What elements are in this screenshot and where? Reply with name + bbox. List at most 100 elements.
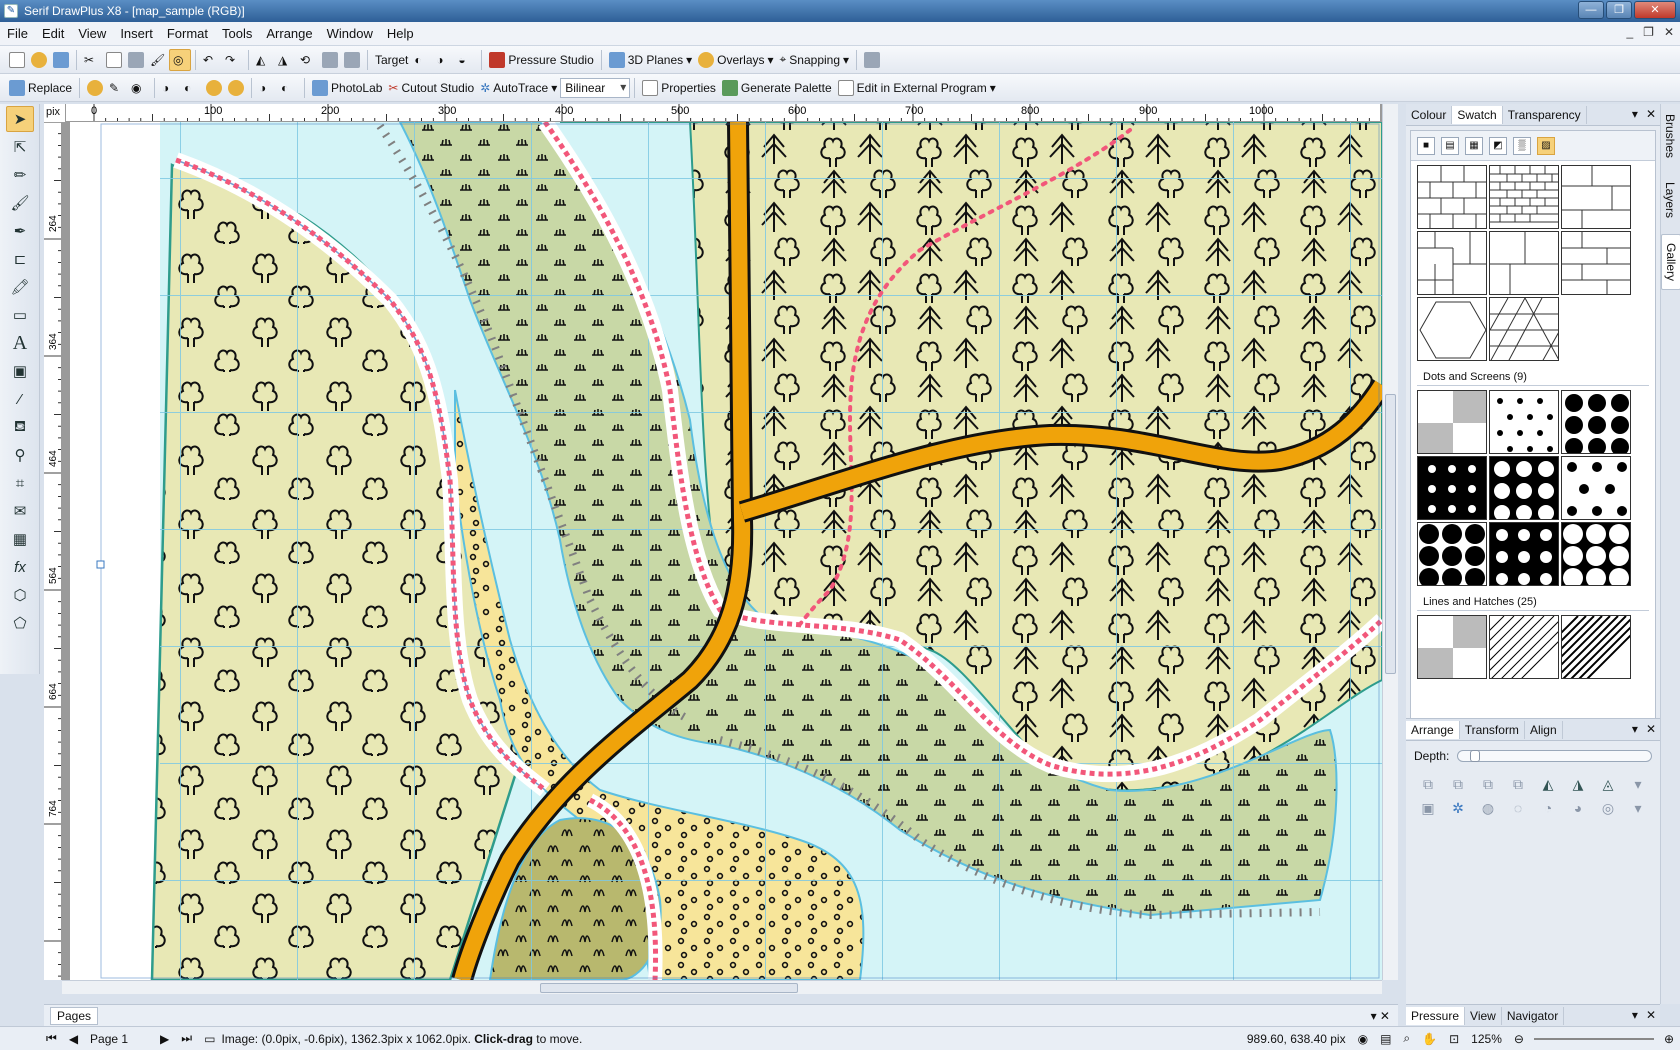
autotrace-button[interactable]: ✲ AutoTrace ▾ — [477, 77, 560, 99]
paint-tool[interactable]: 🖍 — [6, 274, 34, 300]
tab-transparency[interactable]: Transparency — [1503, 105, 1587, 124]
level-button[interactable] — [203, 77, 225, 99]
cutout-studio-button[interactable]: ✂ Cutout Studio — [385, 77, 477, 99]
pressure-studio-button[interactable]: Pressure Studio — [486, 49, 596, 71]
transparency-tool[interactable]: ⚲ — [6, 442, 34, 468]
panel-close-icon[interactable]: ✕ — [1646, 107, 1656, 121]
add-shape-icon[interactable]: ◍ — [1476, 797, 1500, 819]
print-button[interactable] — [861, 49, 883, 71]
tab-view[interactable]: View — [1465, 1007, 1502, 1025]
swatch-triangles[interactable] — [1489, 297, 1559, 361]
open-button[interactable] — [28, 49, 50, 71]
swatch-hatch-checker[interactable] — [1417, 615, 1487, 679]
swatch-block[interactable] — [1489, 231, 1559, 295]
rotate-arrange-icon[interactable]: ◬ — [1596, 773, 1620, 795]
menu-arrange[interactable]: Arrange — [259, 26, 319, 41]
swatch-planks[interactable] — [1561, 165, 1631, 229]
menu-window[interactable]: Window — [320, 26, 380, 41]
swatch-dots-screen[interactable] — [1489, 456, 1559, 520]
menu-edit[interactable]: Edit — [35, 26, 71, 41]
brush-tool[interactable]: 🖌 — [6, 190, 34, 216]
pen-tool[interactable]: ✒ — [6, 218, 34, 244]
stamp-tool[interactable]: ⬠ — [6, 610, 34, 636]
swatch-hexagon[interactable] — [1417, 297, 1487, 361]
category-dots-and-screens[interactable]: Dots and Screens (9) — [1417, 365, 1649, 386]
bring-to-front-icon[interactable]: ⧉ — [1416, 773, 1440, 795]
flip-vertical-arrange-icon[interactable]: ◮ — [1566, 773, 1590, 795]
resample-select[interactable]: Bilinear — [560, 77, 631, 98]
map-image[interactable] — [62, 122, 1382, 980]
swatch-parquet[interactable] — [1561, 231, 1631, 295]
shape-subtract-button[interactable]: ◑ — [433, 49, 455, 71]
brightness-button[interactable]: ◑ — [159, 77, 181, 99]
swatch-dots-medium[interactable] — [1561, 456, 1631, 520]
menu-help[interactable]: Help — [380, 26, 421, 41]
replace-button[interactable]: Replace — [6, 77, 75, 99]
selection-handle[interactable] — [96, 560, 105, 569]
pages-tab[interactable]: Pages — [50, 1006, 99, 1025]
swatch-dots-large[interactable] — [1561, 390, 1631, 454]
side-tab-brushes[interactable]: Brushes — [1661, 106, 1679, 166]
vertical-ruler[interactable]: 264 364 464 564 664 764 — [44, 122, 62, 980]
doc-restore-icon[interactable]: ❐ — [1643, 25, 1654, 39]
eyedropper-button[interactable]: ✎ — [106, 77, 128, 99]
panel-menu-icon[interactable]: ▾ — [1632, 107, 1638, 121]
ungroup-button[interactable] — [341, 49, 363, 71]
edit-external-button[interactable]: Edit in External Program ▾ — [835, 77, 999, 99]
color-picker-tool[interactable]: ⁄ — [6, 386, 34, 412]
arrange-close-icon[interactable]: ✕ — [1646, 722, 1656, 736]
tab-navigator[interactable]: Navigator — [1502, 1007, 1565, 1025]
zoom-in-icon[interactable]: ⊕ — [1658, 1032, 1680, 1046]
doc-minimize-icon[interactable]: _ — [1626, 25, 1633, 39]
depth-slider-knob[interactable] — [1470, 750, 1481, 762]
swatch-circles-black[interactable] — [1417, 522, 1487, 586]
flip-v-button[interactable]: ◮ — [275, 49, 297, 71]
menu-format[interactable]: Format — [160, 26, 215, 41]
photolab-button[interactable]: PhotoLab — [309, 77, 385, 99]
send-to-back-icon[interactable]: ⧉ — [1446, 773, 1470, 795]
3d-planes-button[interactable]: 3D Planes ▾ — [606, 49, 695, 71]
close-button[interactable]: ✕ — [1634, 1, 1676, 19]
swatch-dots-inverted[interactable] — [1417, 456, 1487, 520]
properties-button[interactable]: Properties — [639, 77, 719, 99]
transparency-button[interactable]: ◎ — [169, 48, 191, 71]
swatch-hatch-thick[interactable] — [1561, 615, 1631, 679]
palette-icon[interactable]: ▦ — [1465, 136, 1483, 155]
paste-button[interactable] — [125, 49, 147, 71]
zoom-out-icon[interactable]: ⊖ — [1508, 1032, 1530, 1046]
undo-button[interactable]: ↶ — [200, 49, 222, 71]
swatch-dots-dense[interactable] — [1489, 522, 1559, 586]
zoom-slider[interactable] — [1533, 1037, 1654, 1040]
shape-intersect-button[interactable]: ◒ — [455, 49, 477, 71]
swatch-weave[interactable] — [1417, 231, 1487, 295]
3d-tool[interactable]: ⬡ — [6, 582, 34, 608]
redo-button[interactable]: ↷ — [222, 49, 244, 71]
snapping-button[interactable]: ⌖ Snapping ▾ — [777, 49, 853, 71]
tab-transform[interactable]: Transform — [1460, 720, 1525, 739]
format-painter-button[interactable]: 🖌 — [147, 49, 169, 71]
zoom-tool-icon[interactable]: ⌕ — [1397, 1031, 1416, 1046]
menu-view[interactable]: View — [71, 26, 113, 41]
cut-button[interactable]: ✂ — [81, 49, 103, 71]
menu-file[interactable]: File — [0, 26, 35, 41]
generate-palette-button[interactable]: Generate Palette — [719, 77, 835, 99]
swatch-rings[interactable] — [1561, 522, 1631, 586]
intersect-shape-icon[interactable]: ◔ — [1536, 797, 1560, 819]
pages-close-icon[interactable]: ▾ ✕ — [1371, 1009, 1390, 1023]
horizontal-scrollbar[interactable] — [62, 980, 1382, 994]
fx-tool[interactable]: fx — [6, 554, 34, 580]
depth-slider[interactable] — [1457, 750, 1652, 762]
shape-add-button[interactable]: ◐ — [411, 49, 433, 71]
pointer-tool[interactable]: ➤ — [6, 106, 34, 132]
swatch-checker[interactable] — [1417, 390, 1487, 454]
flip-h-button[interactable]: ◭ — [253, 49, 275, 71]
group-arrange-icon[interactable]: ▣ — [1416, 797, 1440, 819]
shape-tool[interactable]: ▭ — [6, 302, 34, 328]
redeye-button[interactable]: ◉ — [128, 77, 150, 99]
contrast-button[interactable]: ◐ — [181, 77, 203, 99]
doc-close-icon[interactable]: ✕ — [1664, 25, 1674, 39]
swatch-dots-small[interactable] — [1489, 390, 1559, 454]
copy-button[interactable] — [103, 49, 125, 71]
category-lines-and-hatches[interactable]: Lines and Hatches (25) — [1417, 590, 1649, 611]
envelope-tool[interactable]: ✉ — [6, 498, 34, 524]
